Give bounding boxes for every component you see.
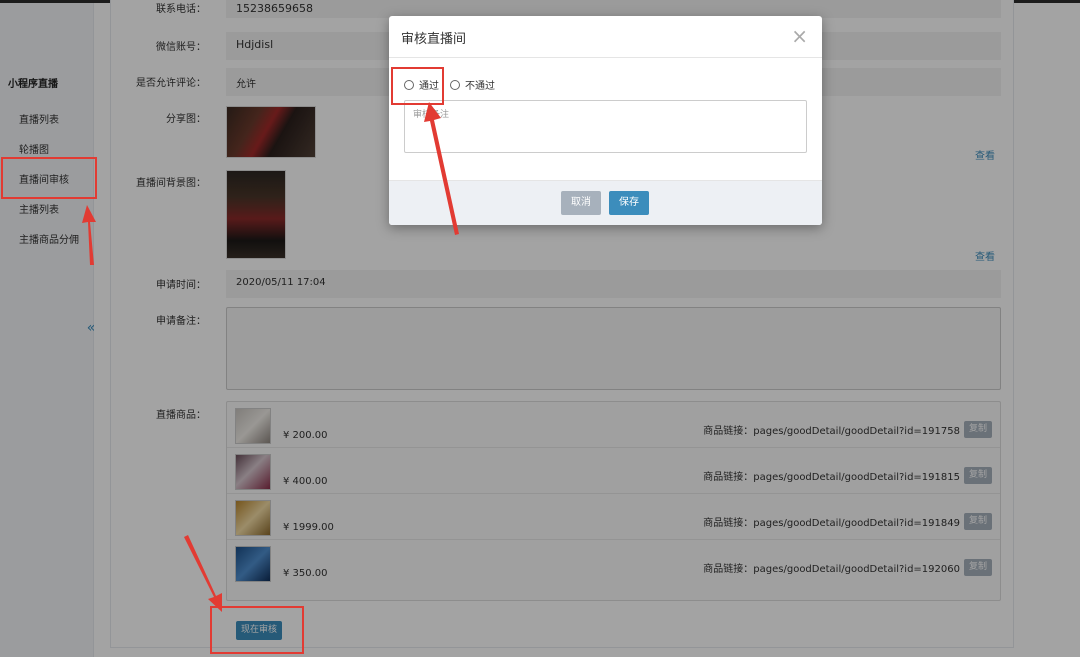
modal-header: 审核直播间 × xyxy=(389,16,822,58)
annotation-box-sidebar xyxy=(1,157,97,199)
radio-fail-label: 不通过 xyxy=(465,81,495,92)
modal-footer: 取消 保存 xyxy=(389,180,822,225)
close-icon[interactable]: × xyxy=(791,26,808,46)
review-modal: 审核直播间 × 通过 不通过 审核备注 取消 保存 xyxy=(389,16,822,225)
review-remark-input[interactable]: 审核备注 xyxy=(404,100,807,153)
annotation-box-pass-option xyxy=(391,67,444,105)
radio-fail[interactable]: 不通过 xyxy=(450,77,495,92)
cancel-button[interactable]: 取消 xyxy=(561,191,601,215)
radio-circle-icon[interactable] xyxy=(450,79,460,90)
save-button[interactable]: 保存 xyxy=(609,191,649,215)
annotation-box-review-button xyxy=(210,606,304,654)
modal-title: 审核直播间 xyxy=(401,32,467,47)
